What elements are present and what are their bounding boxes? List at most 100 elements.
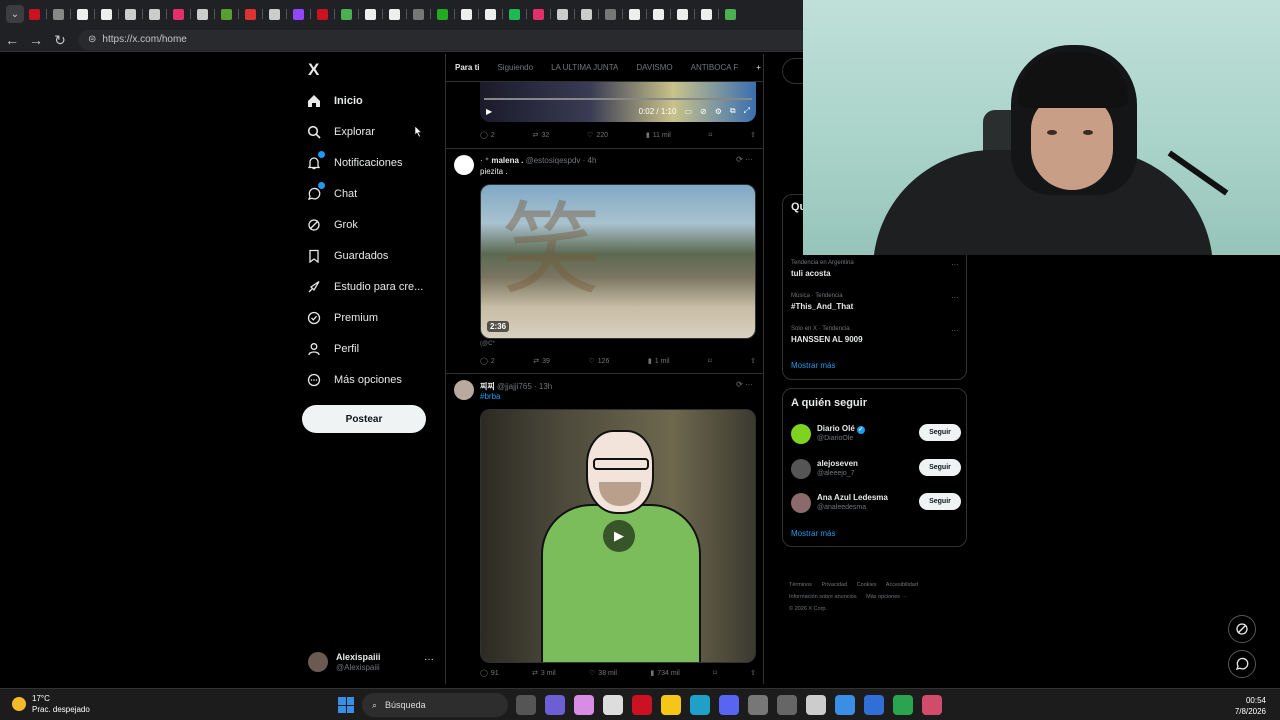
account-more-icon[interactable]: ···	[424, 654, 434, 665]
like-button[interactable]: ♡ 126	[588, 357, 609, 366]
site-info-icon[interactable]: ⊜	[88, 34, 96, 45]
sidebar-item-inicio[interactable]: Inicio	[306, 93, 363, 109]
views-button[interactable]: ▮ 1 mil	[648, 357, 670, 366]
tab-favicon-icon[interactable]	[461, 8, 472, 20]
share-button[interactable]: ⇧	[750, 131, 756, 139]
tab-favicon-icon[interactable]	[485, 8, 496, 20]
follow-suggestion[interactable]: alejoseven @aleeejo_7 Seguir	[791, 457, 961, 481]
reply-button[interactable]: ◯ 2	[480, 131, 495, 140]
footer-link[interactable]: Cookies	[857, 582, 877, 588]
trend-more-icon[interactable]: ···	[951, 260, 959, 269]
settings-icon[interactable]: ⚙	[715, 107, 722, 116]
tab-favicon-icon[interactable]	[557, 8, 568, 20]
tab-list-button[interactable]: ⌄	[6, 5, 24, 23]
copilot-icon[interactable]	[574, 695, 594, 715]
store-icon[interactable]	[603, 695, 623, 715]
share-button[interactable]: ⇧	[750, 357, 756, 365]
tab-favicon-icon[interactable]	[581, 8, 592, 20]
tab-favicon-icon[interactable]	[533, 8, 544, 20]
tab-davismo[interactable]: DAVISMO	[627, 63, 681, 72]
tweet-author-handle[interactable]: @jjajji765 · 13h	[497, 382, 552, 391]
account-switcher[interactable]: Alexispaiii @Alexispaiii ···	[308, 650, 438, 674]
tab-favicon-icon[interactable]	[413, 8, 424, 20]
footer-link[interactable]: Términos	[789, 582, 812, 588]
app-icon[interactable]	[893, 695, 913, 715]
footer-link[interactable]: Información sobre anuncios	[789, 594, 857, 600]
post-button[interactable]: Postear	[302, 405, 426, 433]
taskbar-search[interactable]: ⌕ Búsqueda	[362, 693, 508, 717]
tab-favicon-icon[interactable]	[725, 8, 736, 20]
reply-button[interactable]: ◯ 91	[480, 669, 499, 678]
play-icon[interactable]: ▶	[486, 107, 492, 116]
app-icon[interactable]	[777, 695, 797, 715]
app-icon[interactable]	[545, 695, 565, 715]
bookmark-button[interactable]: ⌑	[709, 131, 713, 139]
captions-icon[interactable]: ▭	[684, 107, 692, 116]
grok-float-button[interactable]	[1228, 615, 1256, 643]
obs-icon[interactable]	[922, 695, 942, 715]
follow-button[interactable]: Seguir	[919, 424, 961, 441]
opera-icon[interactable]	[632, 695, 652, 715]
retweet-button[interactable]: ⇄ 39	[533, 357, 550, 366]
sidebar-item-estudio[interactable]: Estudio para cre...	[306, 279, 423, 295]
file-explorer-icon[interactable]	[661, 695, 681, 715]
tab-favicon-icon[interactable]	[269, 8, 280, 20]
settings-icon[interactable]	[748, 695, 768, 715]
weather-widget[interactable]: 17°C Prac. despejado	[12, 693, 90, 715]
views-button[interactable]: ▮ 734 mil	[650, 669, 679, 678]
tab-favicon-icon[interactable]	[605, 8, 616, 20]
footer-link[interactable]: Accesibilidad	[886, 582, 918, 588]
mute-icon[interactable]: ⊘	[700, 107, 707, 116]
back-icon[interactable]: ←	[0, 28, 24, 52]
reload-icon[interactable]: ↻	[48, 28, 72, 52]
tab-favicon-icon[interactable]	[437, 8, 448, 20]
footer-link[interactable]: Privacidad	[821, 582, 847, 588]
task-view-icon[interactable]	[516, 695, 536, 715]
tab-siguiendo[interactable]: Siguiendo	[488, 63, 542, 72]
sidebar-item-notificaciones[interactable]: Notificaciones	[306, 151, 402, 171]
tab-favicon-icon[interactable]	[53, 8, 64, 20]
tab-favicon-icon[interactable]	[221, 8, 232, 20]
bookmark-button[interactable]: ⌑	[713, 669, 717, 677]
views-button[interactable]: ▮ 11 mil	[646, 131, 671, 140]
follow-button[interactable]: Seguir	[919, 493, 961, 510]
share-button[interactable]: ⇧	[750, 669, 756, 677]
like-button[interactable]: ♡ 38 mil	[589, 669, 617, 678]
tweet-author-name[interactable]: 찌찌	[480, 382, 495, 391]
footer-link[interactable]: Más opciones ···	[866, 594, 907, 600]
tweet-author-handle[interactable]: @estosiqespdv · 4h	[526, 156, 597, 165]
trend-more-icon[interactable]: ···	[951, 293, 959, 302]
messages-float-button[interactable]	[1228, 650, 1256, 678]
video-player[interactable]: ▶ 0:02 / 1:10 ▭ ⊘ ⚙ ⧉ ⤢	[480, 82, 756, 122]
avatar[interactable]	[454, 380, 474, 400]
add-tab-icon[interactable]: +	[747, 63, 763, 72]
tab-favicon-icon[interactable]	[677, 8, 688, 20]
retweet-button[interactable]: ⇄ 32	[533, 131, 550, 140]
tab-favicon-icon[interactable]	[101, 8, 112, 20]
sidebar-item-guardados[interactable]: Guardados	[306, 248, 388, 264]
tab-favicon-icon[interactable]	[245, 8, 256, 20]
sidebar-item-grok[interactable]: Grok	[306, 217, 358, 233]
edge-icon[interactable]	[690, 695, 710, 715]
tab-favicon-icon[interactable]	[653, 8, 664, 20]
tweet-more-icon[interactable]: ⟳ ···	[736, 380, 753, 389]
tweet-author-name[interactable]: malena .	[491, 156, 523, 165]
video-progress-bar[interactable]	[484, 98, 752, 100]
tab-favicon-icon[interactable]	[173, 8, 184, 20]
reply-button[interactable]: ◯ 2	[480, 357, 495, 366]
play-icon[interactable]: ▶	[603, 520, 635, 552]
follow-suggestion[interactable]: Diario Olé ✓ @DiarioOle Seguir	[791, 422, 961, 446]
tab-favicon-icon[interactable]	[629, 8, 640, 20]
tab-favicon-icon[interactable]	[317, 8, 328, 20]
app-icon[interactable]	[835, 695, 855, 715]
sidebar-item-perfil[interactable]: Perfil	[306, 341, 359, 357]
tweet-more-icon[interactable]: ⟳ ···	[736, 155, 753, 164]
sidebar-item-premium[interactable]: Premium	[306, 310, 378, 326]
sidebar-item-explorar[interactable]: Explorar	[306, 124, 375, 140]
show-more-link[interactable]: Mostrar más	[791, 361, 835, 370]
sidebar-item-mas-opciones[interactable]: Más opciones	[306, 372, 402, 388]
tab-favicon-icon[interactable]	[29, 8, 40, 20]
system-clock[interactable]: 00:54 7/8/2026	[1235, 695, 1266, 717]
sidebar-item-chat[interactable]: Chat	[306, 182, 357, 202]
like-button[interactable]: ♡ 220	[587, 131, 608, 140]
